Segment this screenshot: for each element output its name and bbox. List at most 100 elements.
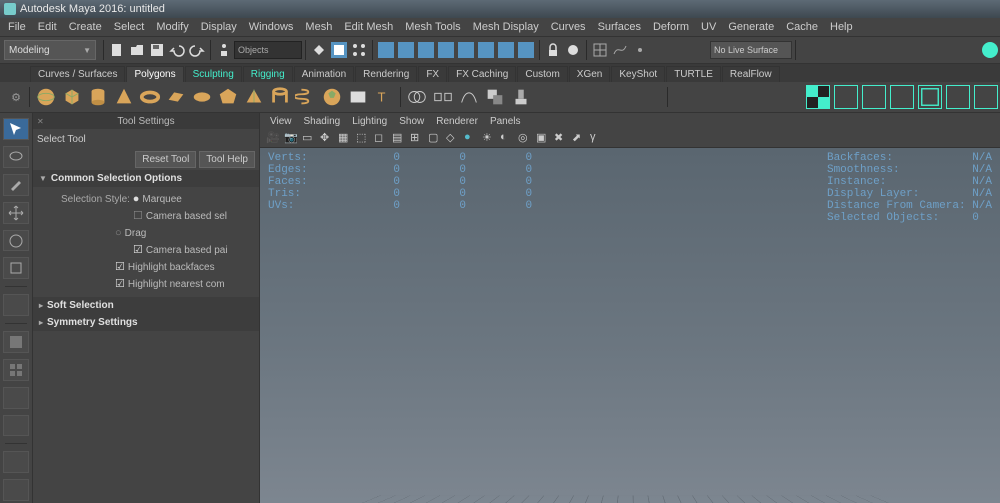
- vp-shading[interactable]: Shading: [298, 116, 347, 127]
- mask-dynamic-icon[interactable]: [478, 42, 494, 58]
- scale-tool-icon[interactable]: [3, 257, 29, 279]
- shelf-menu-icon[interactable]: ⚙: [8, 89, 24, 105]
- tab-rendering[interactable]: Rendering: [355, 66, 417, 82]
- chk-camera-sel[interactable]: Camera based sel: [133, 211, 227, 222]
- lock-icon[interactable]: [545, 42, 561, 58]
- vp-view[interactable]: View: [264, 116, 298, 127]
- vp-isolate-icon[interactable]: ◎: [518, 131, 532, 145]
- sculpt-icon[interactable]: [673, 86, 695, 108]
- new-scene-icon[interactable]: [109, 42, 125, 58]
- menu-deform[interactable]: Deform: [647, 21, 695, 33]
- vp-xray-joints-icon[interactable]: ✖: [554, 131, 568, 145]
- tool-help-button[interactable]: Tool Help: [199, 151, 255, 168]
- vp-use-lights-icon[interactable]: ☀: [482, 131, 496, 145]
- move-tool-icon[interactable]: [3, 202, 29, 224]
- menu-windows[interactable]: Windows: [243, 21, 300, 33]
- checker-2-icon[interactable]: [834, 85, 858, 109]
- tab-keyshot[interactable]: KeyShot: [611, 66, 665, 82]
- quad-draw-icon[interactable]: [699, 86, 721, 108]
- render-icon[interactable]: [821, 42, 837, 58]
- vp-panels[interactable]: Panels: [484, 116, 527, 127]
- bevel-icon[interactable]: [562, 86, 584, 108]
- chk-backfaces[interactable]: Highlight backfaces: [115, 262, 215, 273]
- section-common[interactable]: Common Selection Options: [33, 170, 259, 187]
- select-tool-icon[interactable]: [3, 118, 29, 140]
- combine-icon[interactable]: [406, 86, 428, 108]
- snap-curve-icon[interactable]: [612, 42, 628, 58]
- vp-gamma-icon[interactable]: γ: [590, 131, 604, 145]
- selection-mask-dropdown[interactable]: Objects: [234, 41, 302, 59]
- menu-mesh-tools[interactable]: Mesh Tools: [399, 21, 466, 33]
- radio-drag[interactable]: Drag: [115, 228, 146, 239]
- open-scene-icon[interactable]: [129, 42, 145, 58]
- mask-curve-icon[interactable]: [418, 42, 434, 58]
- sel-component-icon[interactable]: [351, 42, 367, 58]
- panel-toggle2-icon[interactable]: [942, 42, 958, 58]
- poly-disc-icon[interactable]: [191, 86, 213, 108]
- highlight-icon[interactable]: [565, 42, 581, 58]
- tab-fx-caching[interactable]: FX Caching: [448, 66, 516, 82]
- tab-fx[interactable]: FX: [418, 66, 447, 82]
- snap-live-icon[interactable]: [672, 42, 688, 58]
- quad-outline-2-icon[interactable]: [946, 85, 970, 109]
- account-signin-icon[interactable]: [982, 42, 998, 58]
- layout-2h-icon[interactable]: [3, 387, 29, 409]
- menu-mesh-display[interactable]: Mesh Display: [467, 21, 545, 33]
- poly-type-icon[interactable]: T: [373, 86, 395, 108]
- vp-2d-pan-icon[interactable]: ✥: [320, 131, 334, 145]
- radio-marquee[interactable]: Marquee: [133, 194, 182, 205]
- mask-deform-icon[interactable]: [458, 42, 474, 58]
- panel-toggle1-icon[interactable]: [922, 42, 938, 58]
- menu-modify[interactable]: Modify: [150, 21, 194, 33]
- last-tool-icon[interactable]: [3, 294, 29, 316]
- panel-toggle3-icon[interactable]: [962, 42, 978, 58]
- chk-camera-pai[interactable]: Camera based pai: [133, 245, 228, 256]
- bridge-icon[interactable]: [536, 86, 558, 108]
- layout-single-icon[interactable]: [3, 331, 29, 353]
- tab-polygons[interactable]: Polygons: [126, 66, 183, 82]
- workspace-dropdown[interactable]: Modeling: [4, 40, 96, 60]
- mask-surface-icon[interactable]: [438, 42, 454, 58]
- tab-curves-surfaces[interactable]: Curves / Surfaces: [30, 66, 125, 82]
- poly-sphere-icon[interactable]: [35, 86, 57, 108]
- graph-editor-icon[interactable]: [3, 479, 29, 501]
- mirror-icon[interactable]: [640, 86, 662, 108]
- redo-icon[interactable]: [189, 42, 205, 58]
- extrude-icon[interactable]: [510, 86, 532, 108]
- vp-film-gate-icon[interactable]: ⬚: [356, 131, 370, 145]
- checker-1-icon[interactable]: [806, 85, 830, 109]
- snap-toggle-icon[interactable]: [692, 42, 708, 58]
- reset-tool-button[interactable]: Reset Tool: [135, 151, 196, 168]
- lasso-tool-icon[interactable]: [3, 146, 29, 168]
- section-soft[interactable]: Soft Selection: [33, 297, 259, 314]
- outliner-icon[interactable]: [3, 451, 29, 473]
- sel-object-icon[interactable]: [331, 42, 347, 58]
- vp-smooth-shade-icon[interactable]: ●: [464, 131, 478, 145]
- save-scene-icon[interactable]: [149, 42, 165, 58]
- vp-expose-icon[interactable]: ⬈: [572, 131, 586, 145]
- vp-shadows-icon[interactable]: ◐: [500, 131, 514, 145]
- quad-outline-3-icon[interactable]: [974, 85, 998, 109]
- menu-edit-mesh[interactable]: Edit Mesh: [338, 21, 399, 33]
- snap-grid-icon[interactable]: [592, 42, 608, 58]
- mask-joint-icon[interactable]: [398, 42, 414, 58]
- snap-plane-icon[interactable]: [652, 42, 668, 58]
- menu-cache[interactable]: Cache: [780, 21, 824, 33]
- menu-uv[interactable]: UV: [695, 21, 722, 33]
- smooth-icon[interactable]: [458, 86, 480, 108]
- tab-animation[interactable]: Animation: [294, 66, 354, 82]
- menu-edit[interactable]: Edit: [32, 21, 63, 33]
- menu-generate[interactable]: Generate: [722, 21, 780, 33]
- mask-misc-icon[interactable]: [518, 42, 534, 58]
- vp-res-gate-icon[interactable]: ◻: [374, 131, 388, 145]
- viewport-canvas[interactable]: Verts: 0 0 0 Edges: 0 0 0 Faces: 0 0 0 T…: [260, 148, 1000, 503]
- vp-safe-action-icon[interactable]: ▢: [428, 131, 442, 145]
- menu-file[interactable]: File: [2, 21, 32, 33]
- layout-2v-icon[interactable]: [3, 415, 29, 437]
- menu-surfaces[interactable]: Surfaces: [592, 21, 647, 33]
- tab-xgen[interactable]: XGen: [569, 66, 611, 82]
- select-by-hierarchy-icon[interactable]: [216, 42, 232, 58]
- undo-icon[interactable]: [169, 42, 185, 58]
- menu-help[interactable]: Help: [824, 21, 859, 33]
- checker-3-icon[interactable]: [862, 85, 886, 109]
